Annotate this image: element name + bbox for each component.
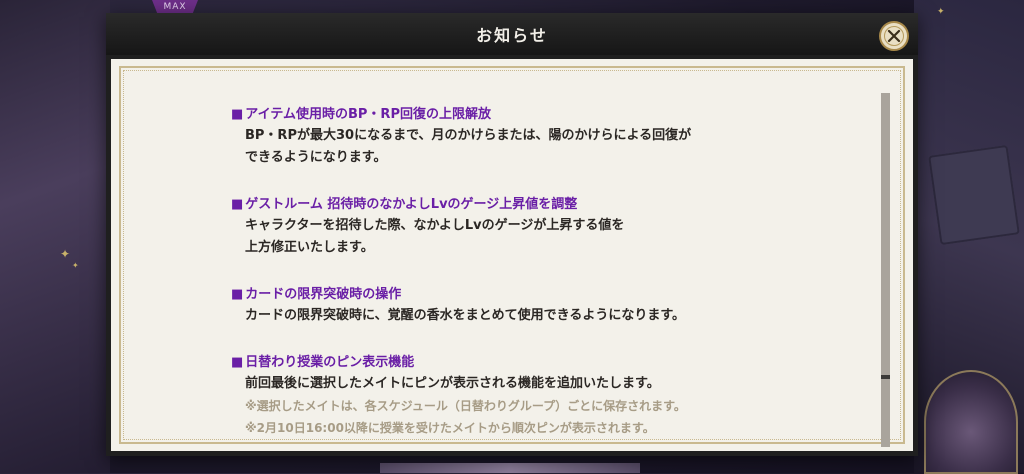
section-marker: ■ [231, 107, 244, 122]
section-note-line: ※2月10日16:00以降に授業を受けたメイトから順次ピンが表示されます。 [245, 421, 655, 435]
sparkle-icon: ✦ [72, 261, 79, 270]
section-marker: ■ [231, 287, 244, 302]
dialog-header: お知らせ [106, 13, 918, 55]
section-title: ■ アイテム使用時のBP・RP回復の上限解放 [231, 107, 491, 122]
notice-section: ■ ゲストルーム 招待時のなかよしLvのゲージ上昇値を調整 キャラクターを招待した… [231, 195, 851, 259]
notice-dialog: お知らせ ■ アイテム使用時のBP・RP回復の上限解放 BP・RPが最大30になる… [106, 13, 918, 456]
scrollbar[interactable] [881, 93, 890, 447]
section-body-line: BP・RPが最大30になるまで、月のかけらまたは、陽のかけらによる回復が [245, 128, 692, 143]
notice-section: ■ 日替わり授業のピン表示機能 前回最後に選択したメイトにピンが表示される機能を追… [231, 353, 851, 439]
section-marker: ■ [231, 197, 244, 212]
section-body-line: 上方修正いたします。 [245, 240, 374, 255]
sparkle-icon: ✦ [937, 7, 945, 17]
background-ornament [924, 370, 1018, 474]
scroll-thumb[interactable] [881, 375, 890, 379]
background-left-scene [0, 0, 110, 473]
notice-section: ■ カードの限界突破時の操作 カードの限界突破時に、覚醒の香水をまとめて使用できる… [231, 285, 851, 327]
background-book [928, 144, 1020, 246]
dialog-title: お知らせ [476, 26, 548, 45]
close-button-ring [884, 26, 904, 46]
notice-paper: ■ アイテム使用時のBP・RP回復の上限解放 BP・RPが最大30になるまで、月の… [111, 59, 913, 451]
section-note-line: ※選択したメイトは、各スケジュール（日替わりグループ）ごとに保存されます。 [245, 399, 686, 413]
background-right-scene [914, 0, 1024, 474]
section-marker: ■ [231, 355, 244, 370]
notice-section: ■ アイテム使用時のBP・RP回復の上限解放 BP・RPが最大30になるまで、月の… [231, 105, 851, 169]
section-body-line: カードの限界突破時に、覚醒の香水をまとめて使用できるようになります。 [245, 308, 686, 323]
close-button[interactable] [879, 21, 909, 51]
max-badge: MAX [152, 0, 198, 14]
section-body-line: 前回最後に選択したメイトにピンが表示される機能を追加いたします。 [245, 376, 660, 391]
section-title: ■ ゲストルーム 招待時のなかよしLvのゲージ上昇値を調整 [231, 197, 578, 212]
section-title: ■ カードの限界突破時の操作 [231, 287, 402, 302]
notice-content: ■ アイテム使用時のBP・RP回復の上限解放 BP・RPが最大30になるまで、月の… [231, 105, 851, 465]
section-body-line: できるようになります。 [245, 150, 387, 165]
section-body-line: キャラクターを招待した際、なかよしLvのゲージが上昇する値を [245, 218, 625, 233]
section-title: ■ 日替わり授業のピン表示機能 [231, 355, 415, 370]
sparkle-icon: ✦ [60, 247, 71, 261]
